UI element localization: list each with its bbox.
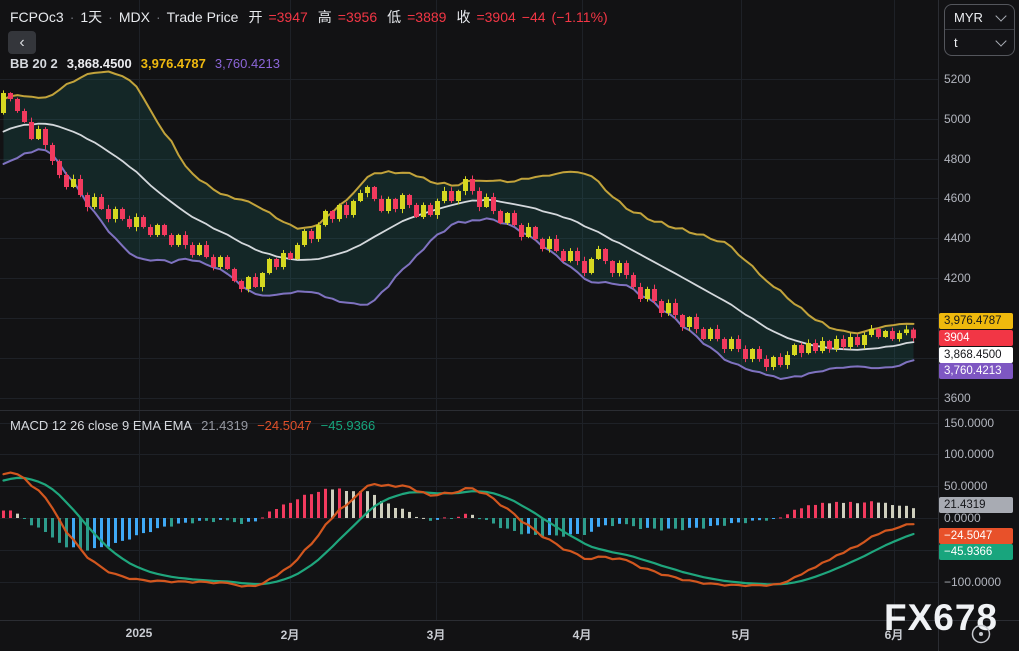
bb-title: BB 20 2: [10, 56, 58, 71]
currency-value: MYR: [954, 9, 983, 25]
close-value: =3904: [476, 9, 516, 25]
series-type-label: Trade Price: [166, 9, 239, 25]
macd-title: MACD 12 26 close 9 EMA EMA: [10, 418, 193, 433]
low-value: =3889: [407, 9, 447, 25]
bb-upper-value: 3,976.4787: [140, 56, 206, 71]
price-axis-chip: −45.9366: [939, 544, 1013, 560]
interval-label[interactable]: 1天: [80, 7, 102, 27]
back-button[interactable]: ‹: [8, 31, 36, 54]
price-axis-chip: 3,976.4787: [939, 313, 1013, 329]
low-label: 低: [387, 9, 402, 25]
chevron-down-icon: [995, 34, 1007, 47]
trading-chart-app: FCPOc3 · 1天 · MDX · Trade Price 开 =3947 高…: [0, 0, 1019, 651]
axis-tick-label: 4200: [944, 271, 971, 285]
chart-canvas[interactable]: [0, 0, 1019, 651]
macd-hist-value: 21.4319: [201, 418, 249, 433]
macd-legend[interactable]: MACD 12 26 close 9 EMA EMA 21.4319 −24.5…: [10, 418, 375, 433]
axis-tick-label: 50.0000: [944, 479, 988, 493]
axis-tick-label: 100.0000: [944, 447, 995, 461]
axis-tick-label: 3600: [944, 391, 971, 405]
axis-tick-label: 5000: [944, 112, 971, 126]
price-axis-chip: 3904: [939, 330, 1013, 346]
unit-select[interactable]: t: [945, 29, 1014, 54]
price-axis-chip: 3,760.4213: [939, 363, 1013, 379]
scroll-to-latest-icon[interactable]: [968, 621, 994, 647]
time-axis-label: 2025: [125, 626, 153, 640]
chevron-down-icon: [995, 9, 1007, 22]
axis-tick-label: 150.0000: [944, 416, 995, 430]
axis-tick-label: 4800: [944, 152, 971, 166]
axis-tick-label: 4600: [944, 191, 971, 205]
time-axis-label: 5月: [731, 628, 751, 642]
bb-basis-value: 3,868.4500: [66, 56, 132, 71]
axis-tick-label: 0.0000: [944, 511, 981, 525]
high-value: =3956: [337, 9, 378, 25]
axis-tick-label: 4400: [944, 231, 971, 245]
macd-signal-value: −45.9366: [320, 418, 376, 433]
exchange-label: MDX: [118, 9, 150, 25]
price-axis-chip: −24.5047: [939, 528, 1013, 544]
high-label: 高: [317, 9, 332, 25]
time-axis-label: 3月: [426, 628, 446, 642]
unit-value: t: [954, 34, 958, 50]
open-value: =3947: [268, 9, 308, 25]
separator-dot: ·: [69, 9, 75, 25]
close-label: 收: [456, 9, 471, 25]
bollinger-legend[interactable]: BB 20 2 3,868.4500 3,976.4787 3,760.4213: [10, 56, 280, 71]
change-percent: (−1.11%): [551, 9, 608, 25]
price-axis-chip: 3,868.4500: [939, 347, 1013, 363]
chevron-left-icon: ‹: [19, 33, 25, 51]
bb-lower-value: 3,760.4213: [214, 56, 280, 71]
separator-dot: ·: [155, 9, 161, 25]
price-axis-chip: 21.4319: [939, 497, 1013, 513]
axis-tick-label: 5200: [944, 72, 971, 86]
currency-select[interactable]: MYR: [945, 5, 1014, 29]
chart-unit-controls: MYR t: [944, 4, 1015, 56]
change-value: −44: [521, 9, 546, 25]
open-label: 开: [248, 9, 263, 25]
time-axis-label: 4月: [572, 628, 592, 642]
axis-tick-label: −100.0000: [944, 575, 1002, 589]
symbol-bar: FCPOc3 · 1天 · MDX · Trade Price 开 =3947 高…: [10, 7, 608, 27]
separator-dot: ·: [108, 9, 113, 25]
time-axis-label: 2月: [280, 628, 300, 642]
macd-line-value: −24.5047: [257, 418, 312, 433]
symbol-name[interactable]: FCPOc3: [10, 9, 64, 25]
